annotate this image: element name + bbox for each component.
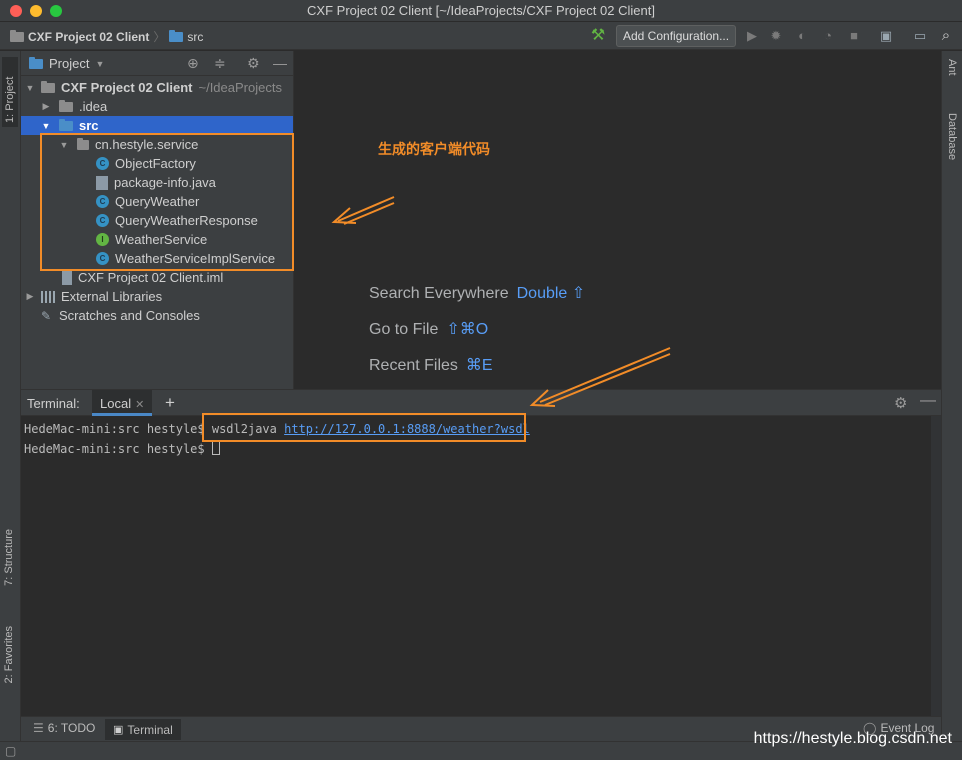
tree-root-path: ~/IdeaProjects xyxy=(198,80,282,95)
coverage-icon[interactable]: ◐ xyxy=(794,28,810,44)
tree-item-idea[interactable]: ▶ .idea xyxy=(21,97,293,116)
hide-panel-icon[interactable]: — xyxy=(273,55,287,71)
annotation-text: 生成的客户端代码 xyxy=(378,141,490,157)
hide-panel-icon[interactable]: — xyxy=(920,392,936,410)
folder-icon xyxy=(59,99,73,112)
hint-shortcut: ⇧⌘O xyxy=(446,321,489,338)
close-icon[interactable]: ✕ xyxy=(135,399,144,411)
stop-icon[interactable]: ■ xyxy=(846,28,862,44)
tree-item-label: CXF Project 02 Client.iml xyxy=(78,270,224,285)
expand-arrow-icon[interactable]: ▼ xyxy=(41,121,51,131)
search-icon[interactable]: ⌕ xyxy=(938,28,954,44)
project-panel-header: Project ▼ ⊕ ≑ ⚙ — xyxy=(21,51,293,76)
breadcrumb-src[interactable]: src xyxy=(187,30,203,44)
run-icon[interactable]: ▶ xyxy=(744,28,760,44)
hint-search-everywhere: Search Everywhere Double ⇧ xyxy=(369,283,585,303)
scratches-icon: ✎ xyxy=(41,308,52,323)
hint-label: Go to File xyxy=(369,321,439,338)
tab-terminal[interactable]: ▣ Terminal xyxy=(105,719,181,740)
tab-project[interactable]: 1: Project xyxy=(2,57,18,127)
breadcrumb-separator: 〉 xyxy=(153,30,166,44)
left-tool-strip: 1: Project 7: Structure 2: Favorites xyxy=(0,51,21,741)
title-bar: CXF Project 02 Client [~/IdeaProjects/CX… xyxy=(0,0,962,22)
src-folder-icon xyxy=(169,29,184,42)
hint-label: Search Everywhere xyxy=(369,285,509,302)
highlight-box-generated-code xyxy=(40,133,294,271)
highlight-box-command xyxy=(202,413,526,442)
module-file-icon xyxy=(62,270,72,285)
project-panel-title: Project xyxy=(49,56,90,71)
expand-arrow-icon[interactable]: ▼ xyxy=(25,83,35,93)
terminal-header: Terminal: Local ✕ + ⚙ — xyxy=(21,389,941,416)
breadcrumb: CXF Project 02 Client 〉 src xyxy=(10,28,203,45)
project-view-icon xyxy=(29,56,43,69)
watermark: https://hestyle.blog.csdn.net xyxy=(753,730,952,747)
collapse-arrow-icon[interactable]: ▶ xyxy=(25,291,35,302)
gear-icon[interactable]: ⚙ xyxy=(894,394,907,412)
terminal-output[interactable]: HedeMac-mini:src hestyle$ wsdl2java http… xyxy=(21,416,941,716)
add-configuration-button[interactable]: Add Configuration... xyxy=(616,25,737,47)
hint-shortcut: Double ⇧ xyxy=(516,285,586,302)
terminal-prompt: HedeMac-mini:src hestyle$ xyxy=(24,422,205,436)
library-icon xyxy=(41,290,55,303)
chevron-down-icon: ▼ xyxy=(95,58,105,69)
tree-item-external-libraries[interactable]: ▶ External Libraries xyxy=(21,287,293,306)
terminal-toggle-icon[interactable]: ▭ xyxy=(912,28,928,44)
terminal-prompt: HedeMac-mini:src hestyle$ xyxy=(24,442,205,456)
hint-shortcut: ⌘E xyxy=(465,357,493,374)
tab-database[interactable]: Database xyxy=(946,113,958,160)
terminal-cursor xyxy=(211,441,220,455)
project-structure-icon[interactable]: ▣ xyxy=(878,28,894,44)
tab-todo-label: 6: TODO xyxy=(47,721,96,735)
status-toggle-icon[interactable]: ▢ xyxy=(5,744,16,758)
terminal-scrollbar[interactable] xyxy=(931,416,941,716)
hint-go-to-file: Go to File ⇧⌘O xyxy=(369,319,488,339)
tree-root-name: CXF Project 02 Client xyxy=(61,80,193,95)
build-hammer-icon[interactable]: ⚒ xyxy=(590,28,606,44)
tree-item-label: Scratches and Consoles xyxy=(59,308,200,323)
new-terminal-plus-icon[interactable]: + xyxy=(165,393,175,413)
project-folder-icon xyxy=(10,29,24,42)
module-folder-icon xyxy=(41,80,55,93)
collapse-all-icon[interactable]: ≑ xyxy=(214,55,226,72)
navigation-bar: CXF Project 02 Client 〉 src ⚒ Add Config… xyxy=(0,22,962,50)
tree-item-label: External Libraries xyxy=(61,289,163,304)
tree-root[interactable]: ▼ CXF Project 02 Client ~/IdeaProjects xyxy=(21,78,293,97)
debug-icon[interactable]: ✹ xyxy=(768,28,784,44)
hint-recent-files: Recent Files ⌘E xyxy=(369,355,493,375)
tab-todo[interactable]: ☰ 6: TODO xyxy=(33,721,95,735)
tab-terminal-label: Terminal xyxy=(127,722,173,737)
collapse-arrow-icon[interactable]: ▶ xyxy=(41,101,51,112)
project-view-selector[interactable]: Project ▼ xyxy=(29,56,104,71)
tab-structure[interactable]: 7: Structure xyxy=(3,529,15,586)
right-tool-strip: Ant Database xyxy=(941,51,962,741)
editor-empty-area: Search Everywhere Double ⇧ Go to File ⇧⌘O … xyxy=(293,51,941,389)
window-title: CXF Project 02 Client [~/IdeaProjects/CX… xyxy=(307,3,655,18)
tab-favorites[interactable]: 2: Favorites xyxy=(3,626,15,683)
hint-label: Recent Files xyxy=(369,357,458,374)
locate-file-icon[interactable]: ⊕ xyxy=(187,55,199,72)
terminal-label: Terminal: xyxy=(27,396,80,411)
tab-terminal-local[interactable]: Local ✕ xyxy=(92,390,153,416)
gear-icon[interactable]: ⚙ xyxy=(247,55,260,72)
terminal-icon: ▣ xyxy=(113,724,124,736)
tree-item-label: .idea xyxy=(79,99,108,114)
tree-item-label: src xyxy=(79,118,99,133)
tab-ant[interactable]: Ant xyxy=(946,59,958,76)
source-folder-icon xyxy=(59,118,73,131)
breadcrumb-project[interactable]: CXF Project 02 Client xyxy=(28,30,149,44)
tree-item-scratches[interactable]: ✎ Scratches and Consoles xyxy=(21,306,293,325)
terminal-line: HedeMac-mini:src hestyle$ xyxy=(24,441,220,456)
profile-icon[interactable]: ◔ xyxy=(820,28,836,44)
terminal-tab-label: Local xyxy=(100,396,132,411)
list-icon: ☰ xyxy=(33,721,44,735)
